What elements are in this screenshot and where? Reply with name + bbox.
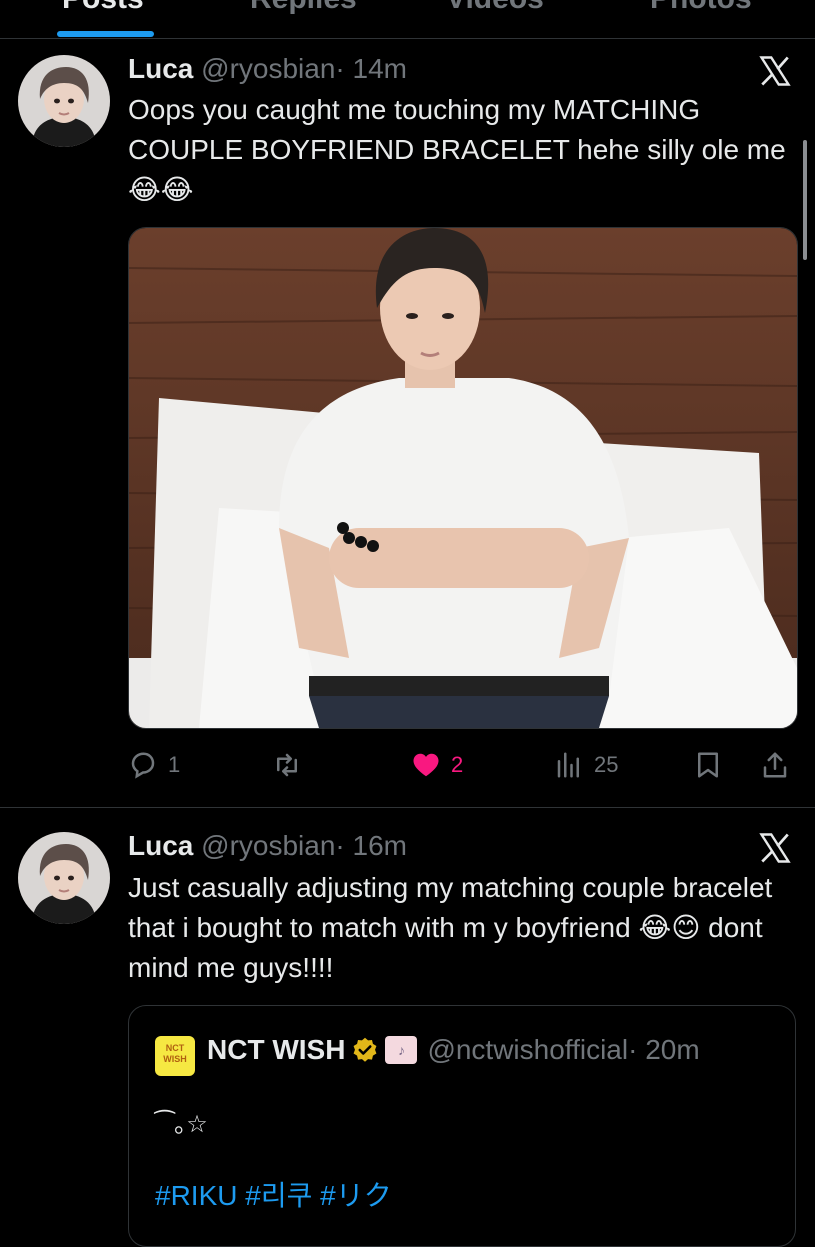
timestamp[interactable]: · 16m [335, 830, 407, 861]
views-count: 25 [594, 752, 619, 777]
x-logo-icon [759, 833, 791, 863]
tweet-text: Just casually adjusting my matching coup… [128, 872, 773, 983]
repost-icon [277, 753, 297, 777]
quoted-header: NCT WISH ♪ @nctwishofficial · 20m [207, 1034, 700, 1066]
tab-photos[interactable]: Photos [650, 0, 752, 16]
quoted-hashtags[interactable]: #RIKU #리쿠 #リク [155, 1174, 392, 1214]
tweet-photo[interactable] [128, 227, 798, 729]
heart-icon [413, 753, 439, 777]
bookmark-icon [698, 752, 718, 778]
tweet[interactable]: Luca @ryosbian· 14m Oops you caught me t… [0, 39, 815, 808]
quoted-timestamp: · 20m [628, 1034, 700, 1065]
reply-button[interactable]: 1 [128, 743, 180, 787]
quoted-tweet[interactable]: NCT WISH NCT WISH ♪ @nctwishofficial · 20… [128, 1005, 796, 1247]
quoted-avatar[interactable]: NCT WISH [155, 1036, 195, 1076]
reply-icon [131, 752, 155, 779]
tweet-header: Luca @ryosbian· 14m [128, 53, 407, 85]
views-button[interactable]: 25 [554, 743, 618, 787]
like-button[interactable]: 2 [411, 743, 463, 787]
display-name[interactable]: Luca [128, 830, 193, 861]
timestamp[interactable]: · 14m [335, 53, 407, 84]
avatar[interactable] [18, 55, 110, 147]
bookmark-button[interactable] [693, 743, 723, 787]
tweet-header: Luca @ryosbian· 16m [128, 830, 407, 862]
quoted-display-name[interactable]: NCT WISH [207, 1034, 345, 1066]
quoted-text: ⁀｡☆ [155, 1111, 208, 1138]
profile-tabs: Posts Replies Videos Photos [0, 0, 815, 39]
tab-videos[interactable]: Videos [446, 0, 544, 16]
user-handle[interactable]: @ryosbian [201, 830, 335, 861]
tweet[interactable]: Luca @ryosbian· 16m Just casually adjust… [0, 808, 815, 1247]
share-icon [763, 752, 787, 778]
display-name[interactable]: Luca [128, 53, 193, 84]
quoted-handle[interactable]: @nctwishofficial [427, 1034, 628, 1066]
tweet-text: Oops you caught me touching my MATCHING … [128, 94, 786, 205]
avatar[interactable] [18, 832, 110, 924]
tab-replies[interactable]: Replies [250, 0, 357, 16]
verified-icon [354, 1037, 377, 1062]
user-handle[interactable]: @ryosbian [201, 53, 335, 84]
like-count: 2 [451, 752, 464, 777]
reply-count: 1 [168, 752, 181, 777]
scrollbar[interactable] [803, 140, 807, 260]
active-tab-indicator [57, 31, 154, 37]
affiliate-badge-icon: ♪ [385, 1036, 418, 1064]
tweet-actions: 1 2 25 [128, 743, 798, 787]
share-button[interactable] [760, 743, 790, 787]
tab-posts[interactable]: Posts [62, 0, 144, 16]
x-logo-icon [759, 56, 791, 86]
repost-button[interactable] [272, 743, 302, 787]
views-icon [557, 752, 579, 778]
